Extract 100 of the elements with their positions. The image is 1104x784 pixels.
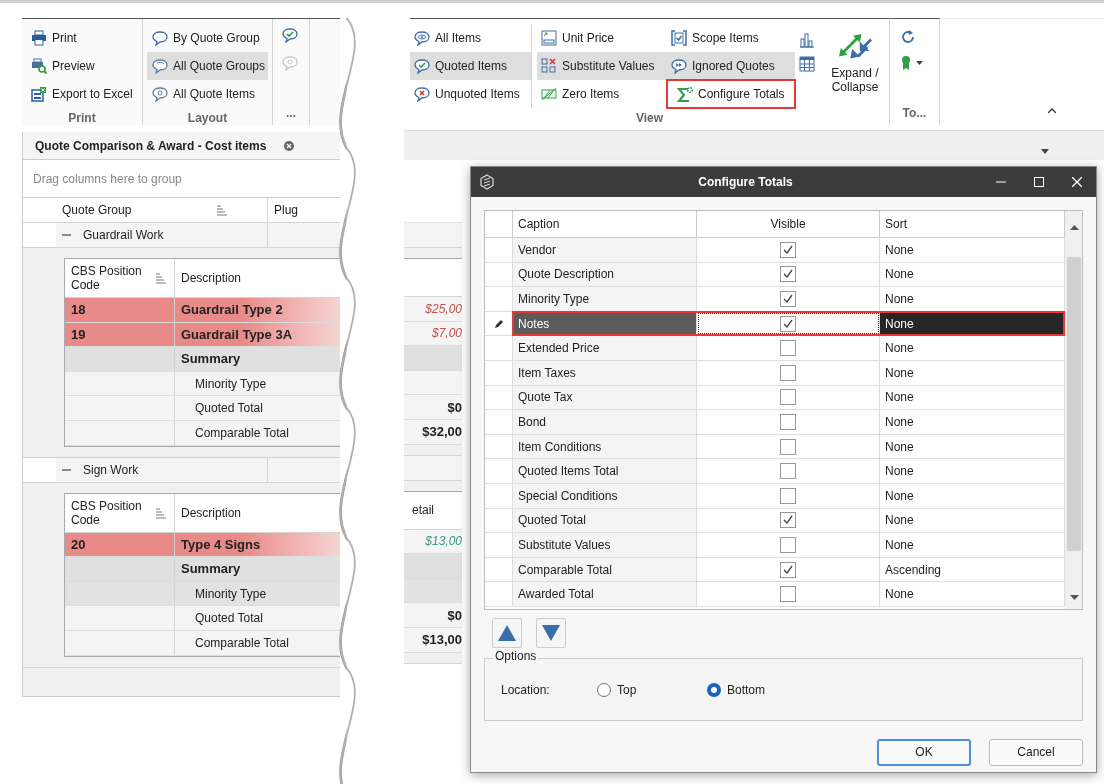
move-up-button[interactable] <box>492 618 522 648</box>
radio-option[interactable]: Top <box>597 682 707 697</box>
ribbon-button[interactable]: All Items <box>410 24 531 52</box>
move-down-button[interactable] <box>536 618 566 648</box>
ribbon-button[interactable]: Scope Items <box>667 24 795 52</box>
column-header[interactable]: Description <box>175 259 340 297</box>
table-row[interactable]: Special Conditions None <box>485 483 1065 509</box>
table-row[interactable]: Quoted Items Total None <box>485 459 1065 484</box>
eye-bubble-icon <box>414 30 430 46</box>
table-row[interactable]: Extended Price None <box>485 336 1065 361</box>
expand-collapse-button[interactable]: Expand / Collapse <box>821 24 889 108</box>
radio-option[interactable]: Bottom <box>707 682 817 697</box>
ribbon-button[interactable]: Ignored Quotes <box>667 52 795 80</box>
table-cell: Quote Tax <box>513 385 697 410</box>
table-cell: Bond <box>513 410 697 434</box>
column-header[interactable]: Quote Group <box>56 198 268 222</box>
table-cell: Awarded Total <box>513 582 697 606</box>
dialog-button[interactable]: OK <box>877 739 971 766</box>
checkmark-icon <box>782 317 794 330</box>
ribbon-button[interactable]: Substitute Values <box>537 52 667 80</box>
checkbox[interactable] <box>780 291 796 307</box>
ribbon-button[interactable]: Zero Items <box>537 80 667 108</box>
table-row[interactable]: Vendor None <box>485 238 1065 263</box>
table-cell: Minority Type <box>513 287 697 311</box>
checkbox[interactable] <box>780 340 796 357</box>
checkbox[interactable] <box>780 389 796 406</box>
dialog-title: Configure Totals <box>697 175 794 189</box>
table-row[interactable]: Awarded Total None <box>485 582 1065 607</box>
table-row[interactable]: Quote Tax None <box>485 385 1065 411</box>
table-cell: Guardrail Type 3A <box>175 322 340 347</box>
radio-button[interactable] <box>597 682 611 697</box>
checkmark-icon <box>782 293 794 305</box>
checkbox[interactable] <box>780 438 796 455</box>
ribbon-button[interactable]: Quoted Items <box>410 52 531 80</box>
field-label: Location: <box>501 682 551 697</box>
checkbox[interactable] <box>780 487 796 504</box>
checkmark-icon <box>782 563 794 576</box>
table-cell: Summary <box>175 557 340 581</box>
checkbox[interactable] <box>780 463 796 480</box>
column-header[interactable]: CBS Position Code <box>65 259 175 297</box>
table-row[interactable]: Notes None <box>485 311 1065 337</box>
checkbox[interactable] <box>780 586 796 603</box>
table-row[interactable]: Quoted Total None <box>485 508 1065 534</box>
ribbon-button[interactable]: Print <box>26 24 138 52</box>
app-logo-icon <box>479 174 495 190</box>
checkbox[interactable] <box>780 512 796 529</box>
table-cell: Comparable Total <box>513 557 697 582</box>
caret-up-icon <box>1048 108 1056 114</box>
caret-down-icon <box>916 61 923 65</box>
column-header[interactable]: Description <box>175 493 340 532</box>
ribbon-button[interactable]: Unit Price <box>537 24 667 52</box>
checkbox[interactable] <box>780 364 796 381</box>
table-row[interactable]: Quote Description None <box>485 262 1065 288</box>
dialog-button[interactable]: Cancel <box>989 739 1083 766</box>
column-header[interactable] <box>402 258 462 297</box>
ribbon-button[interactable]: All Quote Items <box>147 80 268 108</box>
table-cell: 19 <box>65 322 175 347</box>
cross-bubble-icon <box>414 86 430 102</box>
table-cell: Item Taxes <box>513 360 697 385</box>
ribbon-button[interactable]: Configure Totals <box>667 80 795 108</box>
up-triangle-icon <box>498 625 516 641</box>
radio-button[interactable] <box>707 682 721 697</box>
checkbox[interactable] <box>780 413 796 430</box>
faded-bubble-icon <box>282 55 298 71</box>
table-row[interactable]: Comparable Total Ascending <box>485 557 1065 583</box>
group-row[interactable]: Guardrail Work <box>56 223 268 247</box>
table-cell: Vendor <box>513 238 697 262</box>
table-row[interactable]: Substitute Values None <box>485 533 1065 558</box>
table-row[interactable]: Bond None <box>485 410 1065 435</box>
checkbox[interactable] <box>780 536 796 553</box>
close-icon <box>1072 177 1082 187</box>
speech-bubble-icon <box>152 30 168 46</box>
ribbon-button[interactable]: By Quote Group <box>147 24 268 52</box>
maximize-icon <box>1034 177 1044 187</box>
ribbon-button[interactable]: All Quote Groups <box>147 52 268 80</box>
scroll-up-icon <box>1070 225 1079 230</box>
ribbon-button[interactable]: Preview <box>26 52 138 80</box>
column-header[interactable]: etail <box>402 490 462 530</box>
checkbox[interactable] <box>780 266 796 283</box>
row-indicator <box>23 223 56 247</box>
checkbox[interactable] <box>780 561 796 578</box>
ribbon-button[interactable]: Export to Excel <box>26 80 138 108</box>
scrollbar[interactable] <box>1065 211 1082 609</box>
checkbox[interactable] <box>780 241 796 258</box>
group-row[interactable]: Sign Work <box>56 457 268 482</box>
down-triangle-icon <box>542 625 560 641</box>
bar-chart-icon <box>799 32 815 48</box>
table-row[interactable]: Item Taxes None <box>485 360 1065 386</box>
column-header[interactable]: CBS Position Code <box>65 493 175 532</box>
table-row[interactable]: Minority Type None <box>485 287 1065 312</box>
row-indicator <box>23 457 56 482</box>
document-tab[interactable]: Quote Comparison & Award - Cost items <box>23 132 340 160</box>
table-cell: Notes <box>513 311 697 336</box>
check-bubble-icon <box>414 58 430 74</box>
table-row[interactable]: Item Conditions None <box>485 434 1065 460</box>
ribbon-button[interactable]: Unquoted Items <box>410 80 531 108</box>
table-cell: 18 <box>65 298 175 322</box>
table-icon <box>799 56 815 72</box>
checkbox[interactable] <box>780 315 796 332</box>
column-header[interactable]: Plug <box>268 198 340 222</box>
